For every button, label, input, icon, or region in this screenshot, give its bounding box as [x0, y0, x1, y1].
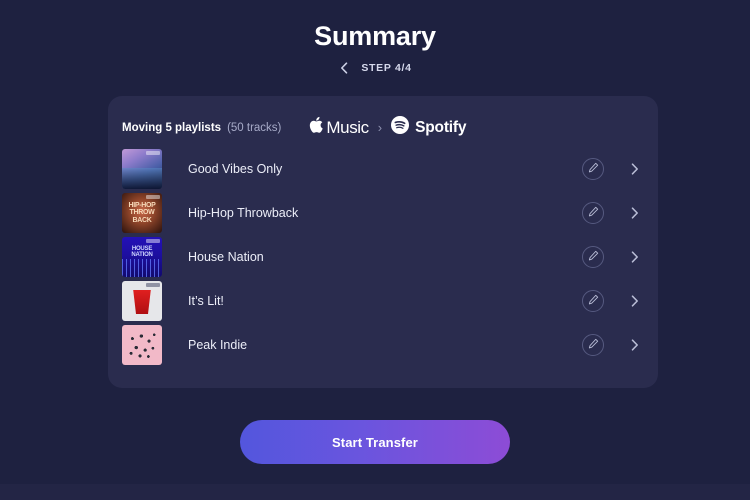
- pencil-icon: [588, 336, 599, 354]
- pencil-icon: [588, 248, 599, 266]
- playlist-artwork: [122, 149, 162, 189]
- source-service: Music: [309, 116, 369, 139]
- artwork-badge-icon: [146, 151, 160, 155]
- artwork-pattern: [126, 329, 158, 361]
- list-item[interactable]: HOUSE NATION House Nation: [108, 235, 658, 279]
- playlist-artwork: [122, 325, 162, 365]
- edit-playlist-button[interactable]: [582, 246, 604, 268]
- service-transfer-pair: Music › Spotify: [309, 116, 466, 139]
- edit-playlist-button[interactable]: [582, 334, 604, 356]
- card-header: Moving 5 playlists (50 tracks) Music › S…: [108, 96, 658, 139]
- destination-service-name: Spotify: [415, 118, 467, 136]
- track-count-label: (50 tracks): [227, 121, 282, 134]
- list-item[interactable]: HIP-HOP THROW BACK Hip-Hop Throwback: [108, 191, 658, 235]
- playlist-artwork: [122, 281, 162, 321]
- playlist-title: Good Vibes Only: [188, 162, 283, 176]
- playlist-artwork: HIP-HOP THROW BACK: [122, 193, 162, 233]
- page-title: Summary: [314, 21, 436, 51]
- moving-playlists-label: Moving 5 playlists: [122, 121, 222, 134]
- edit-playlist-button[interactable]: [582, 290, 604, 312]
- start-transfer-button[interactable]: Start Transfer: [240, 420, 510, 464]
- list-item[interactable]: Peak Indie: [108, 323, 658, 367]
- artwork-caption: HOUSE NATION: [131, 246, 153, 258]
- playlist-title: It’s Lit!: [188, 294, 224, 308]
- bottom-bar: [0, 484, 750, 500]
- playlist-artwork: HOUSE NATION: [122, 237, 162, 277]
- apple-logo-icon: [309, 116, 324, 139]
- transfer-direction-icon: ›: [377, 120, 383, 135]
- spotify-logo-icon: [391, 116, 410, 139]
- pencil-icon: [588, 292, 599, 310]
- artwork-pattern: [122, 259, 162, 277]
- step-label: STEP 4/4: [361, 62, 412, 75]
- summary-card: Moving 5 playlists (50 tracks) Music › S…: [108, 96, 658, 388]
- pencil-icon: [588, 160, 599, 178]
- artwork-badge-icon: [146, 239, 160, 243]
- playlist-title: Hip-Hop Throwback: [188, 206, 299, 220]
- artwork-cup-graphic: [133, 290, 151, 314]
- pencil-icon: [588, 204, 599, 222]
- edit-playlist-button[interactable]: [582, 158, 604, 180]
- page-header: Summary STEP 4/4: [0, 0, 750, 74]
- chevron-right-icon[interactable]: [628, 206, 642, 220]
- playlist-title: Peak Indie: [188, 338, 248, 352]
- step-indicator: STEP 4/4: [0, 62, 750, 74]
- playlist-title: House Nation: [188, 250, 264, 264]
- chevron-right-icon[interactable]: [628, 294, 642, 308]
- edit-playlist-button[interactable]: [582, 202, 604, 224]
- list-item[interactable]: Good Vibes Only: [108, 147, 658, 191]
- chevron-right-icon[interactable]: [628, 338, 642, 352]
- chevron-left-icon[interactable]: [338, 62, 350, 74]
- chevron-right-icon[interactable]: [628, 250, 642, 264]
- playlist-list: Good Vibes Only HIP-HOP THROW BACK Hip-H…: [108, 147, 658, 367]
- chevron-right-icon[interactable]: [628, 162, 642, 176]
- destination-service: Spotify: [391, 116, 466, 139]
- list-item[interactable]: It’s Lit!: [108, 279, 658, 323]
- artwork-badge-icon: [146, 283, 160, 287]
- cta-container: Start Transfer: [0, 420, 750, 464]
- artwork-caption: HIP-HOP THROW BACK: [128, 201, 156, 224]
- source-service-name: Music: [326, 117, 369, 137]
